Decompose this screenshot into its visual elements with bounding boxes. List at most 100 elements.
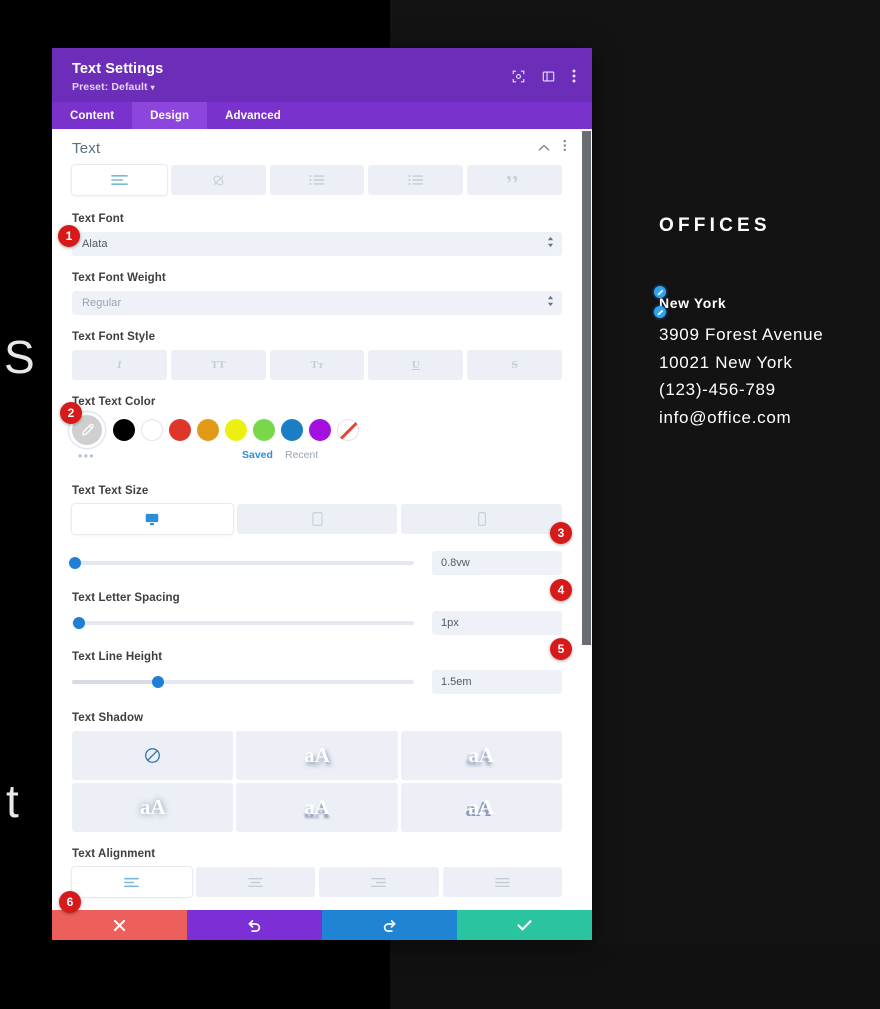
text-text-size-label: Text Text Size bbox=[72, 485, 149, 497]
shadow-bottom-icon[interactable]: aA bbox=[236, 783, 398, 832]
modal-tabs: Content Design Advanced bbox=[52, 102, 592, 129]
text-text-color-field: Text Text Color ••• Saved Recent bbox=[52, 396, 582, 463]
modal-preset-label: Preset: Default bbox=[72, 81, 148, 93]
chevron-up-icon[interactable] bbox=[538, 139, 550, 157]
line-height-slider[interactable] bbox=[72, 675, 414, 689]
text-size-slider-track bbox=[72, 561, 414, 565]
tab-advanced[interactable]: Advanced bbox=[207, 102, 299, 129]
numbered-list-icon[interactable] bbox=[368, 165, 464, 195]
fullscreen-icon[interactable] bbox=[512, 70, 525, 83]
annotation-badge-2: 2 bbox=[60, 402, 82, 424]
inline-edit-pencil-icon-2[interactable] bbox=[654, 306, 666, 318]
text-alignment-label: Text Alignment bbox=[72, 848, 156, 860]
swatch-blue[interactable] bbox=[281, 419, 303, 441]
swatch-none[interactable] bbox=[337, 419, 359, 441]
text-line-height-field: Text Line Height 1.5em bbox=[52, 651, 582, 694]
office-city-name: New York bbox=[659, 295, 727, 311]
palette-recent-tab[interactable]: Recent bbox=[285, 449, 318, 461]
modal-preset-selector[interactable]: Preset: Default ▾ bbox=[72, 81, 574, 93]
text-font-weight-field: Text Font Weight Regular bbox=[52, 272, 582, 315]
shadow-right-icon[interactable]: aA bbox=[400, 731, 562, 780]
paragraph-icon[interactable] bbox=[72, 165, 167, 195]
swatch-black[interactable] bbox=[113, 419, 135, 441]
shadow-none-icon[interactable] bbox=[72, 731, 234, 780]
text-font-label: Text Font bbox=[72, 213, 124, 225]
text-size-value: 0.8vw bbox=[441, 557, 470, 569]
undo-button[interactable] bbox=[187, 910, 322, 940]
swatch-red[interactable] bbox=[169, 419, 191, 441]
text-font-value: Alata bbox=[82, 238, 108, 250]
modal-action-bar bbox=[52, 910, 592, 940]
desktop-icon[interactable] bbox=[72, 504, 233, 534]
tab-content[interactable]: Content bbox=[52, 102, 132, 129]
line-height-slider-knob[interactable] bbox=[151, 676, 164, 688]
swatch-purple[interactable] bbox=[309, 419, 331, 441]
swatch-orange[interactable] bbox=[197, 419, 219, 441]
swatch-green[interactable] bbox=[253, 419, 275, 441]
italic-icon[interactable]: I bbox=[72, 350, 167, 380]
blockquote-icon[interactable] bbox=[467, 165, 562, 195]
strikethrough-icon[interactable]: S bbox=[467, 350, 562, 380]
page-edge-letter-t: t bbox=[6, 775, 19, 827]
palette-saved-tab[interactable]: Saved bbox=[242, 449, 273, 461]
line-height-value: 1.5em bbox=[441, 676, 472, 688]
split-view-icon[interactable] bbox=[542, 70, 555, 83]
align-center-icon[interactable] bbox=[195, 867, 315, 897]
text-line-height-label: Text Line Height bbox=[72, 651, 163, 663]
link-icon[interactable] bbox=[170, 165, 266, 195]
text-font-weight-value: Regular bbox=[82, 297, 122, 309]
shadow-soft-glyph: aA bbox=[304, 743, 330, 767]
tab-design[interactable]: Design bbox=[132, 102, 208, 129]
offices-heading: OFFICES bbox=[659, 215, 771, 236]
align-right-icon[interactable] bbox=[319, 867, 439, 897]
align-left-icon[interactable] bbox=[72, 867, 192, 897]
settings-scroll-area: Text Text Font Alata Text Font Weight Re… bbox=[52, 129, 582, 910]
shadow-blur-icon[interactable]: aA bbox=[72, 783, 234, 832]
uppercase-icon[interactable]: TT bbox=[170, 350, 266, 380]
annotation-badge-6: 6 bbox=[59, 891, 81, 913]
align-justify-icon[interactable] bbox=[442, 867, 562, 897]
text-font-style-group: I TT Tт U S bbox=[72, 350, 562, 380]
text-size-slider[interactable] bbox=[69, 556, 414, 570]
annotation-badge-5: 5 bbox=[550, 638, 572, 660]
redo-button[interactable] bbox=[322, 910, 457, 940]
shadow-hard-icon[interactable]: aA bbox=[400, 783, 562, 832]
bullet-list-icon[interactable] bbox=[269, 165, 365, 195]
shadow-soft-icon[interactable]: aA bbox=[236, 731, 398, 780]
vertical-scrollbar[interactable] bbox=[582, 131, 591, 645]
letter-spacing-slider[interactable] bbox=[72, 616, 414, 630]
shadow-blur-glyph: aA bbox=[139, 795, 166, 819]
cancel-button[interactable] bbox=[52, 910, 187, 940]
tablet-icon[interactable] bbox=[236, 504, 398, 534]
letter-spacing-input[interactable]: 1px bbox=[432, 611, 562, 635]
modal-body: Text Text Font Alata Text Font Weight Re… bbox=[52, 129, 592, 910]
text-text-color-label: Text Text Color bbox=[72, 396, 156, 408]
text-font-weight-select[interactable]: Regular bbox=[72, 291, 562, 315]
swatch-yellow[interactable] bbox=[225, 419, 247, 441]
text-shadow-field: Text Shadow aA aA aA aA aA bbox=[52, 712, 582, 832]
page-edge-letter-s: S bbox=[4, 331, 35, 383]
section-more-vertical-icon[interactable] bbox=[563, 139, 567, 157]
inline-edit-pencil-icon-1[interactable] bbox=[654, 286, 666, 298]
phone-icon[interactable] bbox=[401, 504, 563, 534]
line-height-slider-fill bbox=[72, 680, 158, 684]
underline-icon[interactable]: U bbox=[368, 350, 464, 380]
text-font-style-field: Text Font Style I TT Tт U S bbox=[52, 331, 582, 380]
save-button[interactable] bbox=[457, 910, 592, 940]
color-palette bbox=[72, 415, 562, 445]
letter-spacing-slider-knob[interactable] bbox=[72, 617, 85, 629]
more-vertical-icon[interactable] bbox=[572, 69, 576, 83]
text-font-select[interactable]: Alata bbox=[72, 232, 562, 256]
text-font-style-label: Text Font Style bbox=[72, 331, 156, 343]
shadow-right-glyph: aA bbox=[468, 743, 495, 767]
text-alignment-group bbox=[72, 867, 562, 897]
line-height-input[interactable]: 1.5em bbox=[432, 670, 562, 694]
text-size-slider-row: 0.8vw bbox=[69, 551, 562, 575]
select-arrows-icon bbox=[547, 294, 554, 312]
small-caps-icon[interactable]: Tт bbox=[269, 350, 365, 380]
text-size-input[interactable]: 0.8vw bbox=[432, 551, 562, 575]
swatch-white[interactable] bbox=[141, 419, 163, 441]
palette-more-dots[interactable]: ••• bbox=[78, 450, 95, 462]
text-size-slider-knob[interactable] bbox=[69, 557, 82, 569]
letter-spacing-value: 1px bbox=[441, 617, 459, 629]
